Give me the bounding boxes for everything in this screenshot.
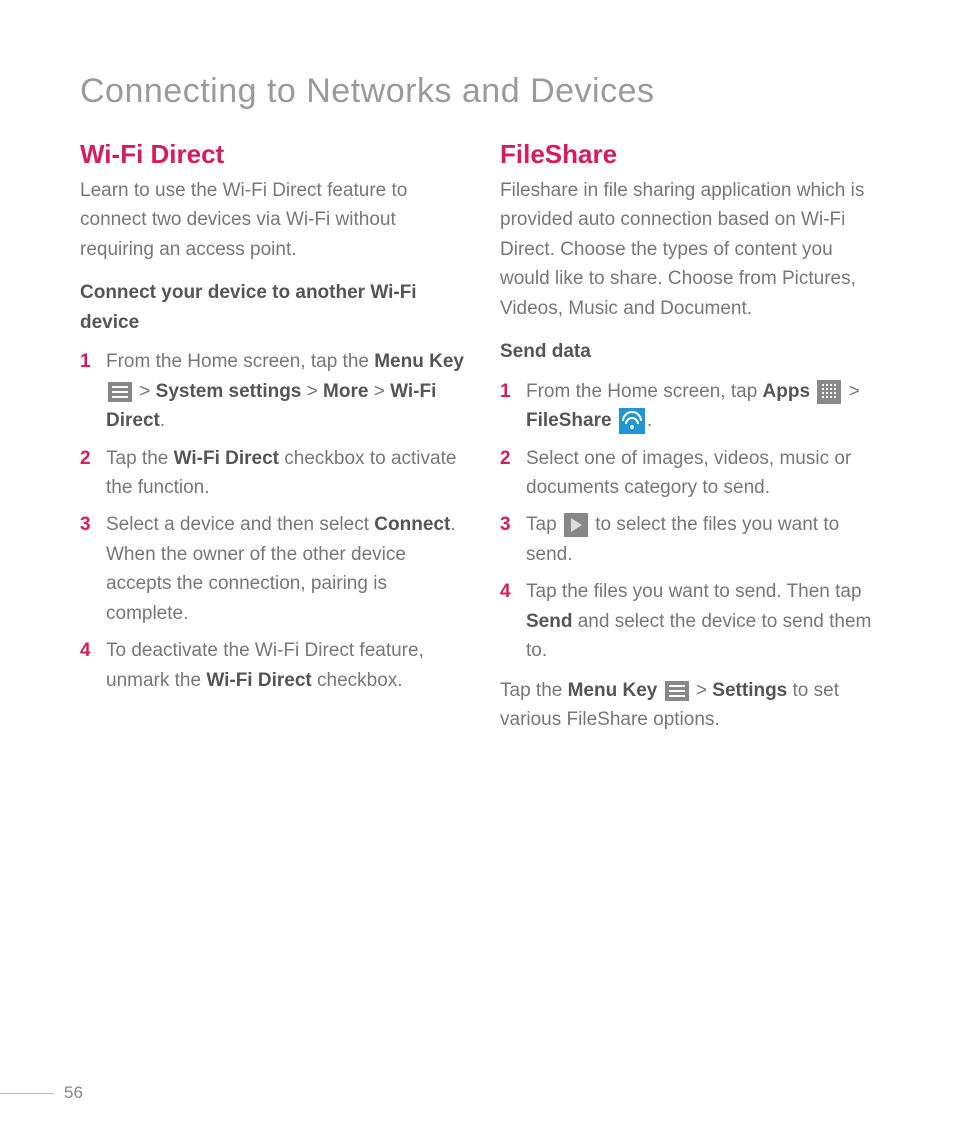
fileshare-steps: From the Home screen, tap Apps > FileSha…: [500, 377, 884, 666]
step-text: From the Home screen, tap: [526, 381, 763, 402]
fileshare-intro: Fileshare in file sharing application wh…: [500, 176, 884, 323]
bold-text: FileShare: [526, 410, 612, 431]
step-text: Select a device and then select: [106, 514, 374, 535]
wifi-direct-intro: Learn to use the Wi-Fi Direct feature to…: [80, 176, 464, 264]
bold-text: Menu Key: [374, 351, 464, 372]
bold-text: System settings: [156, 381, 302, 402]
bold-text: Menu Key: [568, 680, 663, 701]
wifi-share-icon: [619, 408, 645, 434]
step-text: and select the device to send them to.: [526, 611, 871, 661]
list-item: Select one of images, videos, music or d…: [500, 444, 884, 503]
left-column: Wi-Fi Direct Learn to use the Wi-Fi Dire…: [80, 139, 464, 734]
send-arrow-icon: [564, 513, 588, 537]
step-text: Tap the: [106, 448, 174, 469]
content-columns: Wi-Fi Direct Learn to use the Wi-Fi Dire…: [80, 139, 884, 734]
fileshare-heading: FileShare: [500, 139, 884, 170]
tail-text: >: [691, 680, 713, 701]
step-text: >: [843, 381, 859, 402]
step-text: checkbox.: [312, 670, 403, 691]
step-text: Tap: [526, 514, 562, 535]
wifi-direct-steps: From the Home screen, tap the Menu Key >…: [80, 347, 464, 695]
step-text: From the Home screen, tap the: [106, 351, 374, 372]
step-text: .: [160, 410, 165, 431]
bold-text: More: [323, 381, 368, 402]
list-item: From the Home screen, tap Apps > FileSha…: [500, 377, 884, 436]
list-item: Tap the files you want to send. Then tap…: [500, 577, 884, 665]
step-text: >: [368, 381, 390, 402]
step-text: .: [647, 410, 652, 431]
menu-key-icon: [108, 382, 132, 402]
list-item: Tap to select the files you want to send…: [500, 510, 884, 569]
step-text: >: [301, 381, 323, 402]
bold-text: Wi-Fi Direct: [206, 670, 311, 691]
tail-text: Tap the: [500, 680, 568, 701]
bold-text: Connect: [374, 514, 450, 535]
list-item: Tap the Wi-Fi Direct checkbox to activat…: [80, 444, 464, 503]
step-text: Select one of images, videos, music or d…: [526, 448, 851, 498]
page-footer: 56: [0, 1083, 83, 1103]
menu-key-icon: [665, 681, 689, 701]
fileshare-tail: Tap the Menu Key > Settings to set vario…: [500, 676, 884, 735]
bold-text: Settings: [712, 680, 787, 701]
list-item: Select a device and then select Connect.…: [80, 510, 464, 628]
wifi-direct-heading: Wi-Fi Direct: [80, 139, 464, 170]
list-item: To deactivate the Wi-Fi Direct feature, …: [80, 636, 464, 695]
wifi-direct-subhead: Connect your device to another Wi-Fi dev…: [80, 278, 464, 337]
footer-rule: [0, 1093, 54, 1094]
bold-text: Send: [526, 611, 572, 632]
list-item: From the Home screen, tap the Menu Key >…: [80, 347, 464, 435]
page-title: Connecting to Networks and Devices: [80, 72, 884, 111]
right-column: FileShare Fileshare in file sharing appl…: [500, 139, 884, 734]
step-text: Tap the files you want to send. Then tap: [526, 581, 862, 602]
apps-icon: [817, 380, 841, 404]
step-text: >: [134, 381, 156, 402]
bold-text: Wi-Fi Direct: [174, 448, 279, 469]
fileshare-subhead: Send data: [500, 337, 884, 366]
bold-text: Apps: [763, 381, 811, 402]
page-number: 56: [64, 1083, 83, 1102]
